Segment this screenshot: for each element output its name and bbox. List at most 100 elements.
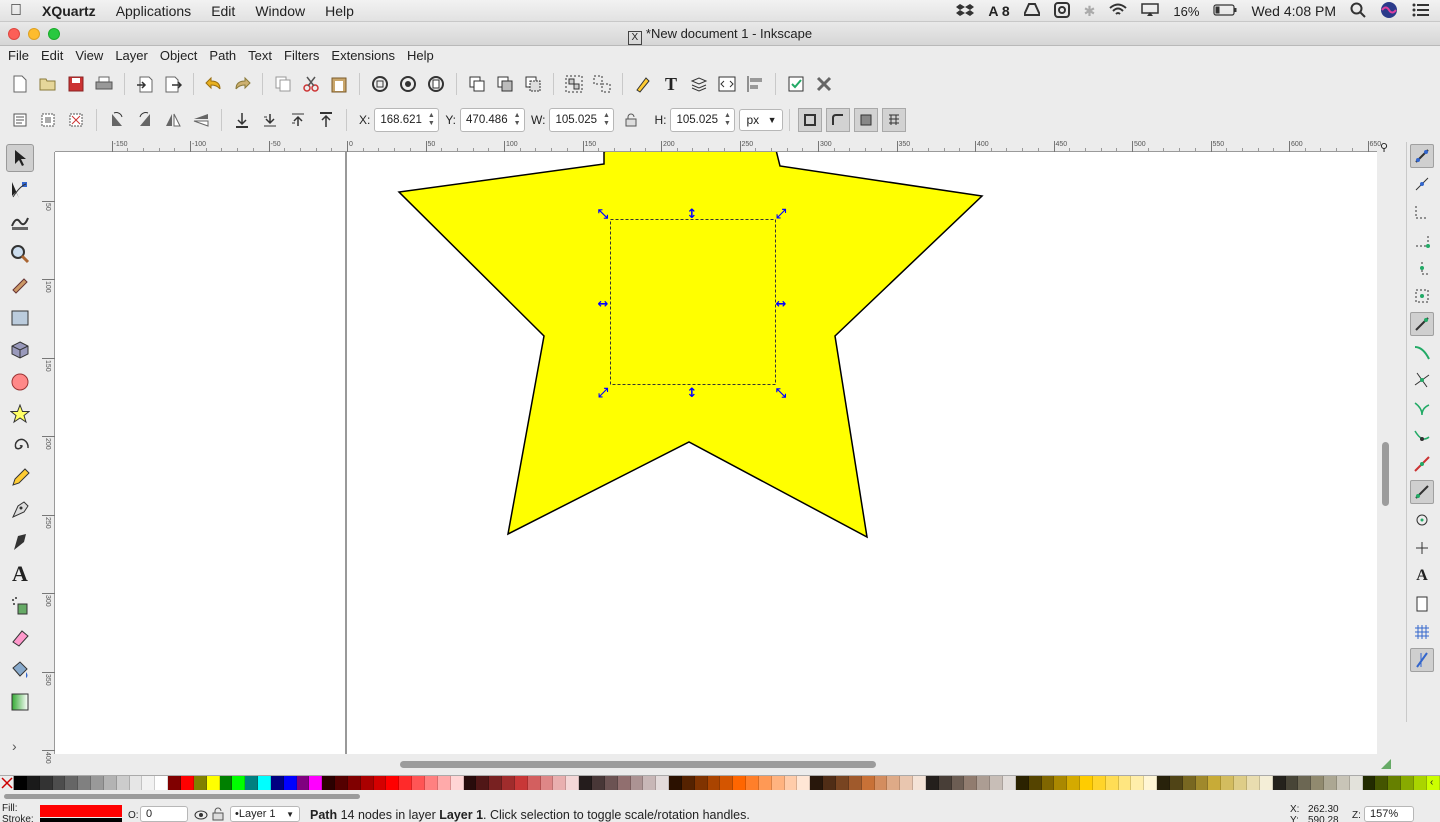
redo-icon[interactable]	[231, 73, 253, 95]
pencil-tool-icon[interactable]	[6, 464, 34, 492]
siri-icon[interactable]	[1380, 1, 1398, 22]
menu-path[interactable]: Path	[203, 46, 242, 66]
palette-swatch[interactable]	[476, 776, 490, 790]
palette-swatch[interactable]	[617, 776, 631, 790]
palette-swatch[interactable]	[951, 776, 965, 790]
palette-swatch[interactable]	[463, 776, 477, 790]
ellipse-tool-icon[interactable]	[6, 368, 34, 396]
node-tool-icon[interactable]	[6, 176, 34, 204]
calligraphy-tool-icon[interactable]	[6, 528, 34, 556]
menu-file[interactable]: File	[2, 46, 35, 66]
palette-swatch[interactable]	[347, 776, 361, 790]
palette-swatch[interactable]	[142, 776, 156, 790]
document-properties-icon[interactable]	[785, 73, 807, 95]
snap-intersection-icon[interactable]	[1410, 368, 1434, 392]
palette-swatch[interactable]	[964, 776, 978, 790]
battery-icon[interactable]	[1213, 3, 1237, 19]
spiral-tool-icon[interactable]	[6, 432, 34, 460]
vertical-scrollbar[interactable]	[1378, 152, 1394, 754]
notification-center-icon[interactable]	[1412, 3, 1430, 20]
palette-swatch[interactable]	[771, 776, 785, 790]
vertical-ruler[interactable]: 50 100 150 200 250 300 350 400	[42, 152, 55, 764]
snap-bbox-midpoint-icon[interactable]	[1410, 256, 1434, 280]
snap-bbox-icon[interactable]	[1410, 172, 1434, 196]
palette-swatch[interactable]	[373, 776, 387, 790]
snap-center-icon[interactable]	[1410, 508, 1434, 532]
snap-paths-icon[interactable]	[1410, 340, 1434, 364]
clone-icon[interactable]	[494, 73, 516, 95]
palette-swatch[interactable]	[1105, 776, 1119, 790]
handle-se[interactable]: ⤡	[776, 386, 787, 401]
snap-grid-icon[interactable]	[1410, 620, 1434, 644]
import-icon[interactable]	[134, 73, 156, 95]
mac-app-name[interactable]: XQuartz	[32, 0, 106, 22]
minimize-window-button[interactable]	[28, 28, 40, 40]
snap-text-baseline-icon[interactable]: A	[1410, 564, 1434, 588]
palette-swatch[interactable]	[360, 776, 374, 790]
palette-swatch[interactable]	[168, 776, 181, 790]
zoom-drawing-icon[interactable]	[397, 73, 419, 95]
palette-swatch[interactable]	[579, 776, 592, 790]
w-spinbox[interactable]: 105.025 ▲ ▼	[549, 108, 615, 132]
palette-swatch[interactable]	[527, 776, 541, 790]
palette-swatch[interactable]	[1131, 776, 1145, 790]
rotate-ccw-icon[interactable]	[106, 109, 128, 131]
palette-swatch[interactable]	[129, 776, 143, 790]
palette-swatch[interactable]	[604, 776, 618, 790]
palette-swatch[interactable]	[245, 776, 259, 790]
raise-icon[interactable]	[287, 109, 309, 131]
palette-swatch[interactable]	[797, 776, 811, 790]
palette-swatch[interactable]	[180, 776, 194, 790]
menu-layer[interactable]: Layer	[109, 46, 154, 66]
palette-swatch[interactable]	[1362, 776, 1376, 790]
palette-swatch[interactable]	[270, 776, 284, 790]
airplay-icon[interactable]	[1141, 2, 1160, 20]
palette-swatch[interactable]	[1092, 776, 1106, 790]
palette-swatch[interactable]	[746, 776, 759, 790]
menu-extensions[interactable]: Extensions	[325, 46, 401, 66]
flip-horizontal-icon[interactable]	[162, 109, 184, 131]
palette-swatch[interactable]	[296, 776, 310, 790]
zoom-spinbox[interactable]: 157%	[1364, 806, 1414, 822]
palette-swatch[interactable]	[14, 776, 27, 790]
palette-swatch[interactable]	[566, 776, 580, 790]
menu-edit[interactable]: Edit	[35, 46, 69, 66]
xml-editor-icon[interactable]	[716, 73, 738, 95]
palette-swatch[interactable]	[52, 776, 66, 790]
palette-swatch[interactable]	[1080, 776, 1093, 790]
tweak-tool-icon[interactable]	[6, 208, 34, 236]
move-patterns-toggle[interactable]	[882, 108, 907, 132]
ungroup-icon[interactable]	[591, 73, 613, 95]
rectangle-tool-icon[interactable]	[6, 304, 34, 332]
preferences-icon[interactable]	[813, 73, 835, 95]
palette-swatch[interactable]	[990, 776, 1003, 790]
palette-swatch[interactable]	[450, 776, 464, 790]
menu-view[interactable]: View	[69, 46, 109, 66]
save-icon[interactable]	[65, 73, 87, 95]
snap-rotation-center-icon[interactable]	[1410, 536, 1434, 560]
palette-swatch[interactable]	[874, 776, 888, 790]
palette-swatch[interactable]	[489, 776, 503, 790]
palette-swatch[interactable]	[1311, 776, 1325, 790]
cut-icon[interactable]	[300, 73, 322, 95]
palette-swatch[interactable]	[1401, 776, 1414, 790]
palette-swatch[interactable]	[977, 776, 991, 790]
palette-swatch[interactable]	[1054, 776, 1068, 790]
snap-nodes-icon[interactable]	[1410, 312, 1434, 336]
fill-stroke-icon[interactable]	[632, 73, 654, 95]
snap-cusp-icon[interactable]	[1410, 396, 1434, 420]
palette-swatch[interactable]	[1195, 776, 1209, 790]
group-icon[interactable]	[563, 73, 585, 95]
mac-menu-edit[interactable]: Edit	[201, 0, 245, 22]
clock[interactable]: Wed 4:08 PM	[1251, 3, 1336, 19]
palette-swatch[interactable]	[861, 776, 875, 790]
palette-swatch[interactable]	[437, 776, 451, 790]
palette-swatch[interactable]	[425, 776, 438, 790]
palette-swatch[interactable]	[540, 776, 554, 790]
palette-swatch[interactable]	[553, 776, 567, 790]
palette-swatch[interactable]	[848, 776, 862, 790]
palette-swatch[interactable]	[1234, 776, 1247, 790]
palette-swatch[interactable]	[1169, 776, 1183, 790]
drawing-canvas[interactable]: ⤡ ↕ ⤢ ↔ ↔ ⤢ ↕ ⤡	[55, 152, 1377, 754]
spin-arrows-icon[interactable]: ▲ ▼	[512, 112, 522, 128]
